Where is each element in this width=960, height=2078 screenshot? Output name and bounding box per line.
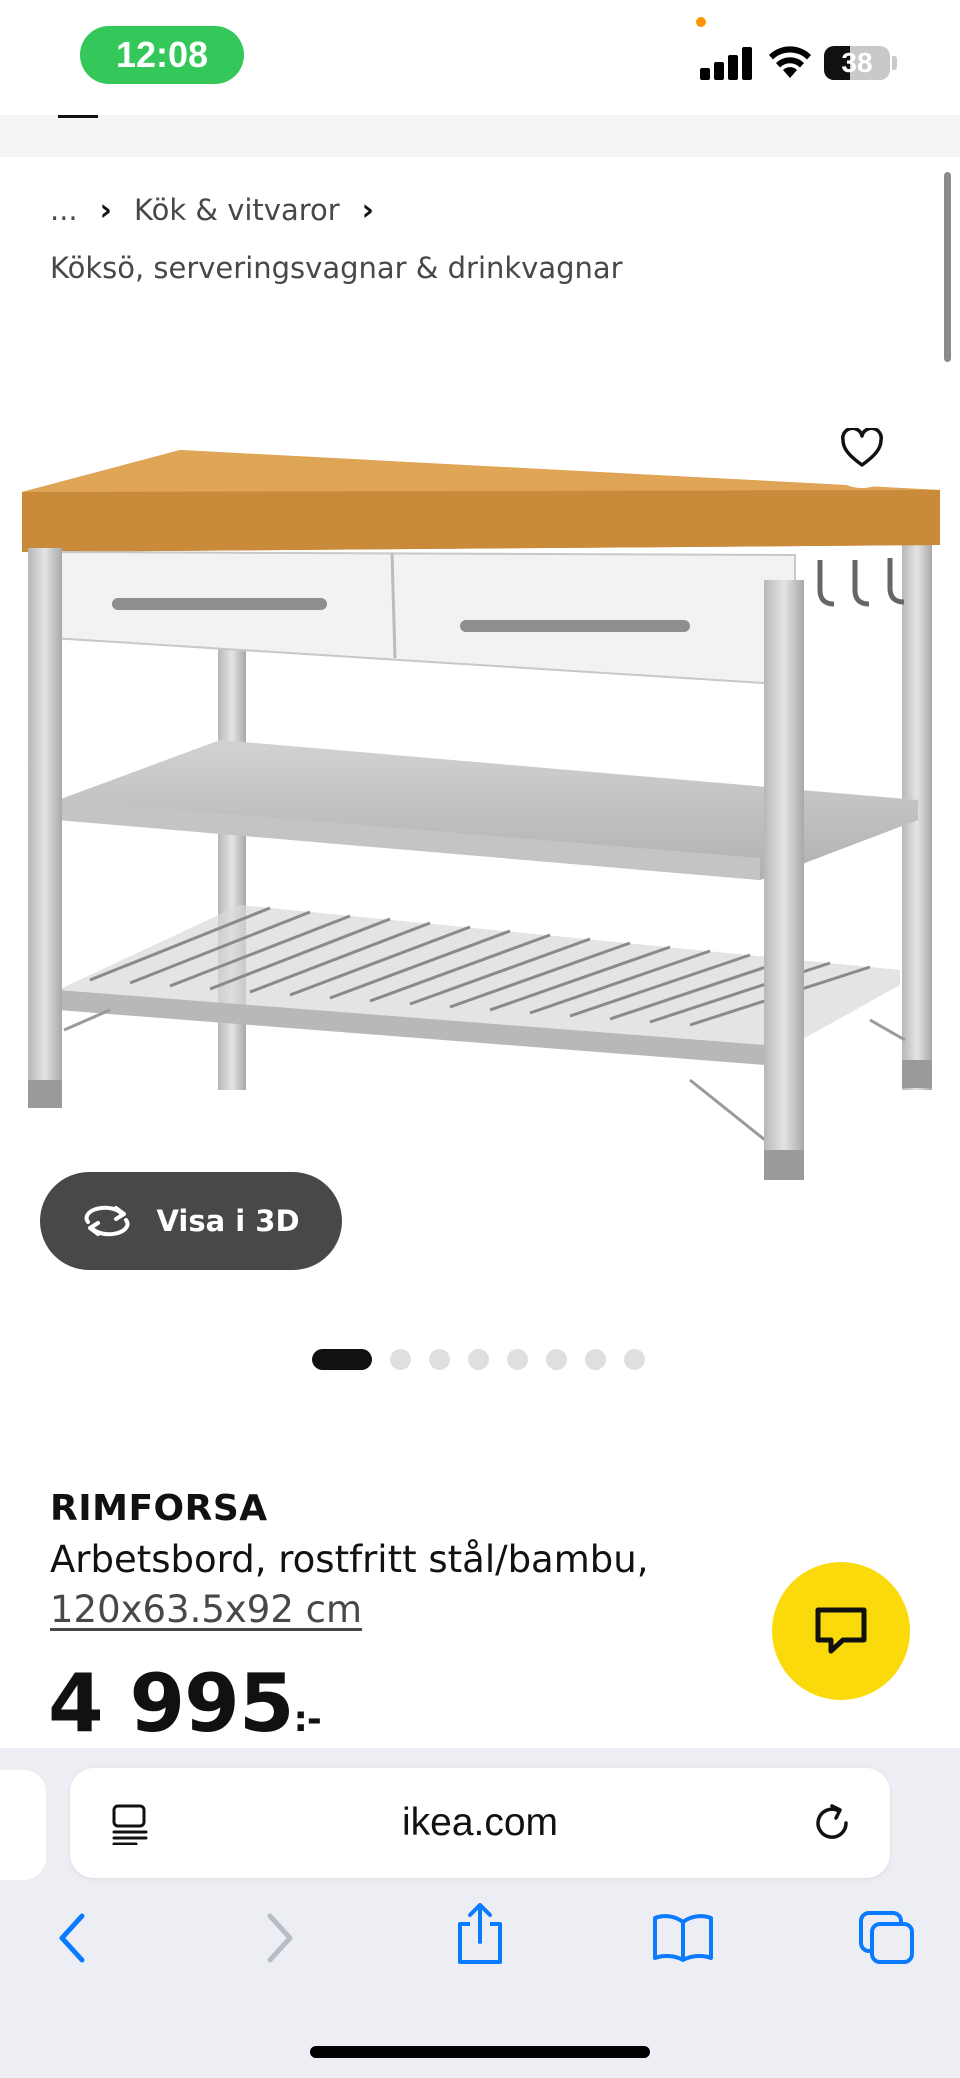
- battery-icon: 38: [824, 46, 890, 80]
- cellular-signal-icon: [700, 46, 752, 80]
- previous-tab-preview[interactable]: [0, 1770, 46, 1880]
- back-icon[interactable]: [52, 1908, 92, 1968]
- product-size-link[interactable]: 120x63.5x92 cm: [50, 1588, 362, 1631]
- scrollbar[interactable]: [944, 172, 951, 362]
- tabs-icon[interactable]: [858, 1910, 916, 1966]
- breadcrumb-category[interactable]: Kök & vitvaror: [134, 193, 340, 227]
- breadcrumb: ... › Kök & vitvaror › Köksö, serverings…: [50, 190, 623, 288]
- pagination-dot[interactable]: [507, 1348, 528, 1370]
- pagination-dot-active[interactable]: [312, 1348, 372, 1370]
- chevron-right-icon: ›: [99, 192, 113, 228]
- menu-underline: [58, 115, 98, 118]
- reload-icon[interactable]: [810, 1801, 854, 1845]
- status-time: 12:08: [80, 26, 244, 84]
- browser-toolbar: [0, 1898, 960, 1998]
- pagination-dot[interactable]: [546, 1348, 567, 1370]
- chevron-right-icon: ›: [361, 192, 375, 228]
- status-bar: 12:08 38: [0, 0, 960, 115]
- wifi-icon: [769, 46, 811, 78]
- privacy-indicator-dot: [696, 17, 706, 27]
- header-strip: [0, 115, 960, 157]
- product-name: RIMFORSA: [50, 1488, 268, 1529]
- chat-icon: [815, 1607, 867, 1654]
- chat-button[interactable]: [772, 1562, 910, 1700]
- pagination-dot[interactable]: [468, 1348, 489, 1370]
- bookmarks-icon[interactable]: [652, 1912, 714, 1962]
- forward-icon[interactable]: [260, 1908, 300, 1968]
- battery-level: 38: [841, 47, 873, 78]
- pagination-dot[interactable]: [390, 1348, 411, 1370]
- pagination-dot[interactable]: [429, 1348, 450, 1370]
- price-suffix: :-: [293, 1699, 322, 1740]
- share-icon[interactable]: [452, 1902, 508, 1966]
- view-3d-label: Visa i 3D: [156, 1204, 300, 1238]
- image-pagination-dots[interactable]: [312, 1348, 645, 1370]
- product-price: 4 995:-: [48, 1664, 322, 1744]
- favorite-button[interactable]: [822, 408, 902, 488]
- breadcrumb-subcategory[interactable]: Köksö, serveringsvagnar & drinkvagnar: [50, 251, 623, 285]
- product-description: Arbetsbord, rostfritt stål/bambu,: [50, 1538, 649, 1581]
- breadcrumb-ellipsis[interactable]: ...: [50, 193, 78, 227]
- heart-icon: [841, 428, 883, 467]
- pagination-dot[interactable]: [624, 1348, 645, 1370]
- price-amount: 4 995: [48, 1657, 295, 1750]
- rotate-3d-icon: [85, 1205, 130, 1237]
- url-text[interactable]: ikea.com: [70, 1768, 890, 1878]
- view-3d-button[interactable]: Visa i 3D: [40, 1172, 342, 1270]
- browser-bottom-bar: ikea.com: [0, 1748, 960, 2078]
- pagination-dot[interactable]: [585, 1348, 606, 1370]
- home-indicator: [310, 2046, 650, 2058]
- address-bar[interactable]: ikea.com: [70, 1768, 890, 1878]
